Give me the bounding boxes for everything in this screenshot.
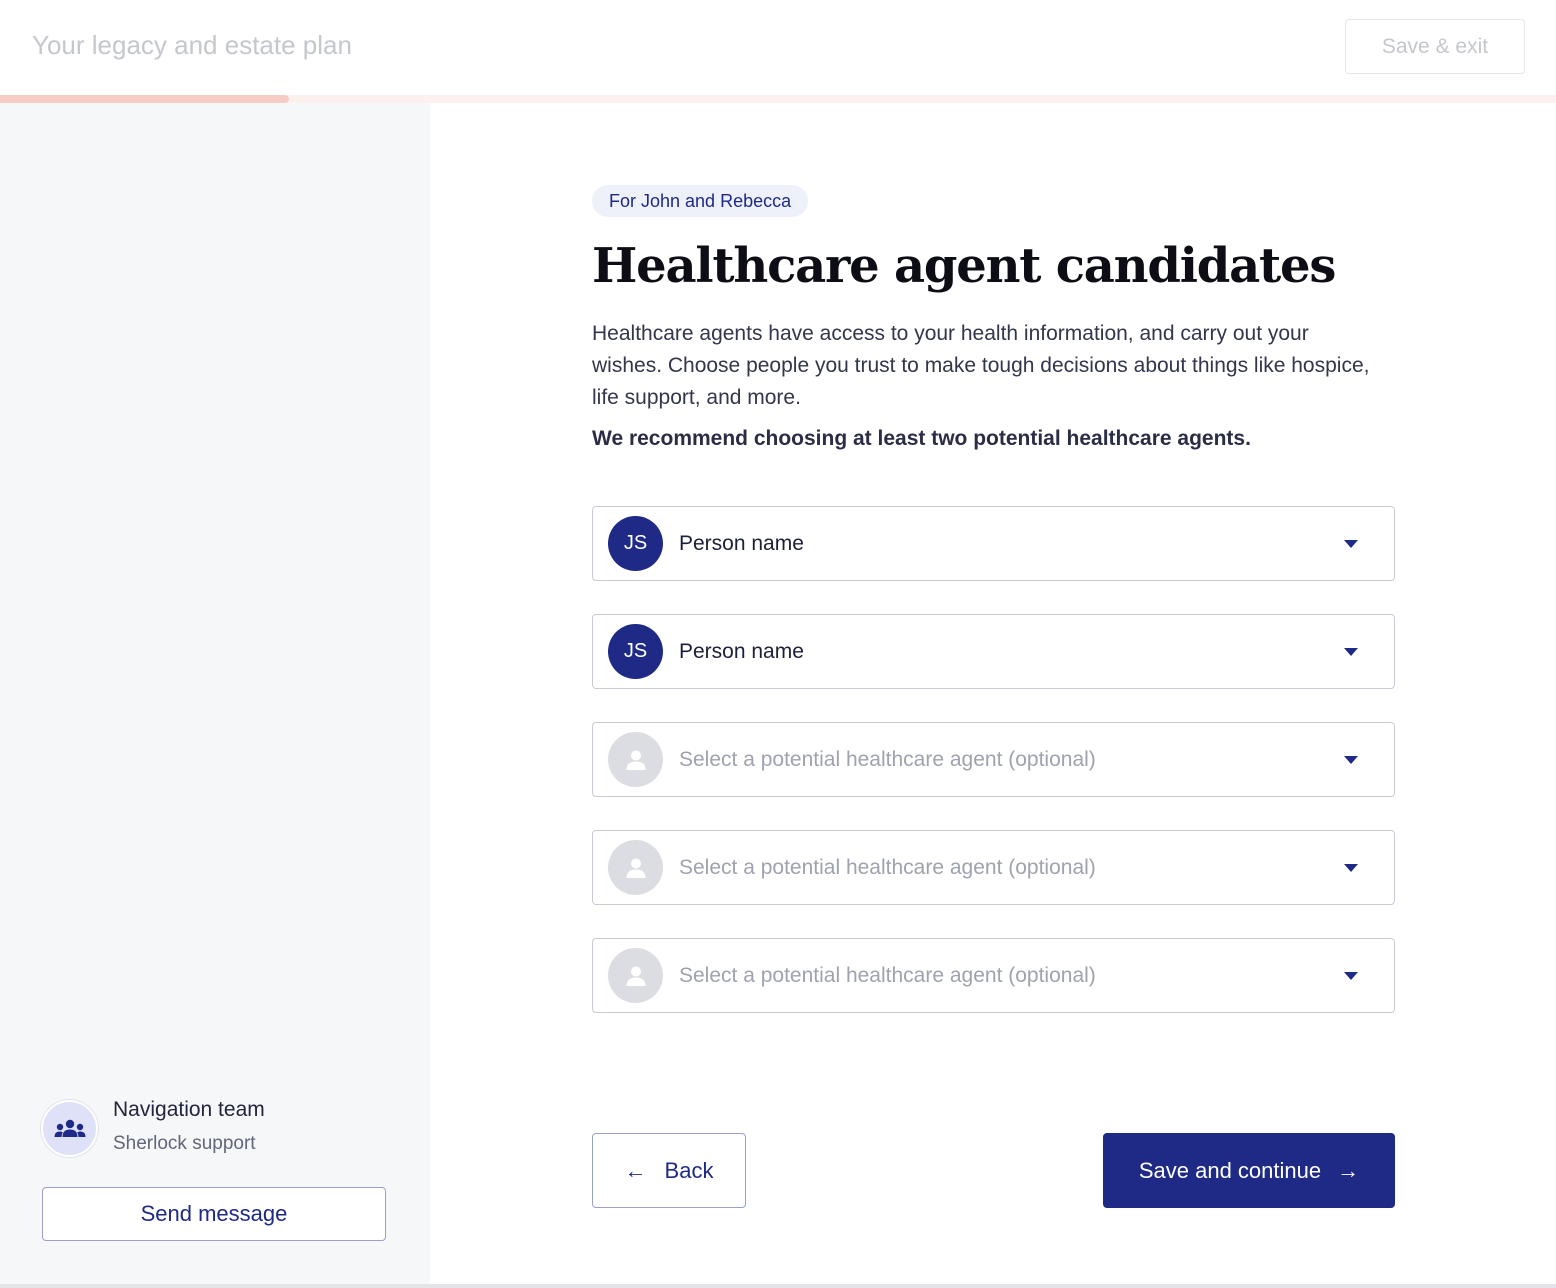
top-bar: Your legacy and estate plan Save & exit bbox=[0, 0, 1556, 96]
app-title: Your legacy and estate plan bbox=[32, 30, 352, 60]
save-and-continue-button[interactable]: Save and continue → bbox=[1103, 1133, 1395, 1208]
arrow-left-icon: ← bbox=[624, 1157, 647, 1183]
agent-select-value: Person name bbox=[679, 531, 804, 555]
back-button-label: Back bbox=[664, 1157, 714, 1183]
arrow-right-icon: → bbox=[1337, 1157, 1360, 1183]
person-placeholder-icon bbox=[608, 948, 663, 1003]
support-avatar bbox=[41, 1100, 98, 1157]
agent-select-2[interactable]: JS Person name bbox=[592, 614, 1395, 689]
person-placeholder-icon bbox=[608, 732, 663, 787]
agent-select-4[interactable]: Select a potential healthcare agent (opt… bbox=[592, 830, 1395, 905]
group-icon bbox=[54, 1119, 85, 1137]
chevron-down-icon bbox=[1344, 647, 1358, 656]
agent-select-placeholder: Select a potential healthcare agent (opt… bbox=[679, 963, 1096, 987]
agent-select-5[interactable]: Select a potential healthcare agent (opt… bbox=[592, 938, 1395, 1013]
agent-select-value: Person name bbox=[679, 639, 804, 663]
agent-select-3[interactable]: Select a potential healthcare agent (opt… bbox=[592, 722, 1395, 797]
chevron-down-icon bbox=[1344, 755, 1358, 764]
chevron-down-icon bbox=[1344, 539, 1358, 548]
support-team-subtitle: Sherlock support bbox=[113, 1133, 256, 1154]
for-chip: For John and Rebecca bbox=[592, 185, 809, 217]
person-placeholder-icon bbox=[608, 840, 663, 895]
page-description: Healthcare agents have access to your he… bbox=[592, 322, 1370, 410]
agent-select-placeholder: Select a potential healthcare agent (opt… bbox=[679, 855, 1096, 879]
progress-bar bbox=[0, 95, 1556, 103]
send-message-button[interactable]: Send message bbox=[42, 1187, 386, 1241]
chevron-down-icon bbox=[1344, 863, 1358, 872]
agent-select-1[interactable]: JS Person name bbox=[592, 506, 1395, 581]
save-and-continue-label: Save and continue bbox=[1138, 1157, 1322, 1183]
progress-fill bbox=[0, 95, 290, 103]
recommendation-text: We recommend choosing at least two poten… bbox=[592, 427, 1251, 451]
main-content: For John and Rebecca Healthcare agent ca… bbox=[592, 185, 1395, 451]
sidebar: Navigation team Sherlock support Send me… bbox=[0, 103, 430, 1284]
agent-select-placeholder: Select a potential healthcare agent (opt… bbox=[679, 747, 1096, 771]
chevron-down-icon bbox=[1344, 971, 1358, 980]
back-button[interactable]: ← Back bbox=[592, 1133, 746, 1208]
save-exit-button[interactable]: Save & exit bbox=[1345, 19, 1525, 74]
avatar: JS bbox=[608, 516, 663, 571]
avatar: JS bbox=[608, 624, 663, 679]
bottom-divider bbox=[0, 1284, 1556, 1288]
support-team-name: Navigation team bbox=[113, 1098, 265, 1121]
page-title: Healthcare agent candidates bbox=[592, 238, 1336, 294]
